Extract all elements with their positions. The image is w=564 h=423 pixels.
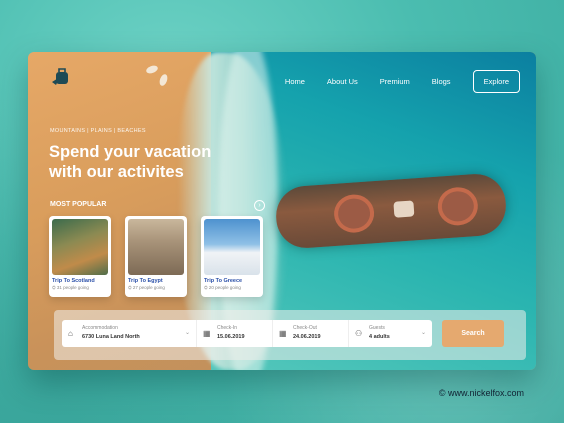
- search-button[interactable]: Search: [442, 320, 504, 347]
- trip-title: Trip To Greece: [204, 278, 243, 284]
- trip-people: ⛭ 31 people going: [52, 285, 89, 290]
- trip-image: [204, 219, 260, 275]
- trip-card-greece[interactable]: Trip To Greece ⛭ 20 people going: [201, 216, 263, 297]
- nav-premium[interactable]: Premium: [380, 77, 410, 86]
- field-value: 15.06.2019: [217, 334, 245, 340]
- search-bar: ⌂ Accommodation 6730 Luna Land North ⌄ ▦…: [54, 310, 526, 360]
- arrow-right-icon[interactable]: ›: [254, 200, 265, 211]
- trip-card-scotland[interactable]: Trip To Scotland ⛭ 31 people going: [49, 216, 111, 297]
- calendar-icon: ▦: [203, 329, 211, 338]
- trip-image: [52, 219, 108, 275]
- trip-image: [128, 219, 184, 275]
- user-icon: ⚇: [355, 329, 363, 338]
- nav-blogs[interactable]: Blogs: [432, 77, 451, 86]
- accommodation-field[interactable]: ⌂ Accommodation 6730 Luna Land North ⌄: [62, 320, 196, 347]
- hero-card: Home About Us Premium Blogs Explore MOUN…: [28, 52, 536, 370]
- explore-button[interactable]: Explore: [472, 70, 520, 93]
- most-popular-title: MOST POPULAR: [50, 201, 107, 208]
- field-label: Guests: [369, 325, 385, 331]
- field-value: 4 adults: [369, 334, 390, 340]
- calendar-icon: ▦: [279, 329, 287, 338]
- field-label: Accommodation: [82, 325, 118, 331]
- field-value: 24.06.2019: [293, 334, 321, 340]
- breadcrumb: MOUNTAINS | PLAINS | BEACHES: [50, 128, 146, 134]
- trip-title: Trip To Egypt: [128, 278, 163, 284]
- page-title: Spend your vacation with our activites: [49, 142, 249, 182]
- credit-text: © www.nickelfox.com: [438, 388, 524, 398]
- trip-title: Trip To Scotland: [52, 278, 95, 284]
- chevron-down-icon[interactable]: ⌄: [421, 329, 426, 336]
- field-value: 6730 Luna Land North: [82, 334, 140, 340]
- field-label: Check-In: [217, 325, 238, 331]
- guests-field[interactable]: ⚇ Guests 4 adults ⌄: [348, 320, 432, 347]
- nav-home[interactable]: Home: [285, 77, 305, 86]
- chevron-down-icon[interactable]: ⌄: [185, 329, 190, 336]
- trip-people: ⛭ 20 people going: [204, 285, 241, 290]
- headline-line-2: with our activites: [49, 163, 184, 181]
- logo-icon[interactable]: [50, 66, 72, 88]
- headline-line-1: Spend your vacation: [49, 143, 212, 161]
- nav-about-us[interactable]: About Us: [327, 77, 358, 86]
- home-icon: ⌂: [68, 329, 73, 338]
- trip-card-egypt[interactable]: Trip To Egypt ⛭ 27 people going: [125, 216, 187, 297]
- check-out-field[interactable]: ▦ Check-Out 24.06.2019: [272, 320, 348, 347]
- field-label: Check-Out: [293, 325, 317, 331]
- top-nav: Home About Us Premium Blogs Explore: [285, 70, 520, 93]
- check-in-field[interactable]: ▦ Check-In 15.06.2019: [196, 320, 272, 347]
- trip-people: ⛭ 27 people going: [128, 285, 165, 290]
